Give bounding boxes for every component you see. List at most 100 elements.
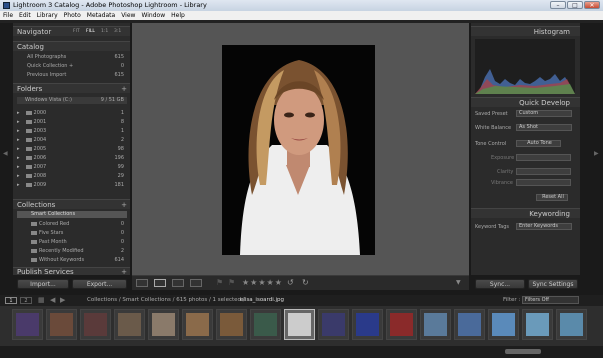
filmstrip-thumbnail[interactable] xyxy=(12,309,43,340)
filmstrip-thumbnail[interactable] xyxy=(148,309,179,340)
catalog-item-all[interactable]: All Photographs 615 xyxy=(27,54,127,61)
filmstrip-thumbnail[interactable] xyxy=(352,309,383,340)
filmstrip-scrollbar[interactable] xyxy=(0,346,603,358)
menu-metadata[interactable]: Metadata xyxy=(84,11,118,20)
filmstrip-thumbnail[interactable] xyxy=(386,309,417,340)
add-publish-icon[interactable]: + xyxy=(121,268,127,276)
saved-preset-select[interactable]: Custom xyxy=(516,110,572,117)
filmstrip-thumbnail[interactable] xyxy=(80,309,111,340)
right-panel-toggle-icon[interactable]: ▶ xyxy=(594,150,599,157)
filmstrip-thumbnail[interactable] xyxy=(284,309,315,340)
back-arrow-icon[interactable]: ◀ xyxy=(50,296,55,304)
catalog-item-previous[interactable]: Previous Import 615 xyxy=(27,72,127,79)
exposure-adjust-buttons[interactable] xyxy=(516,154,571,161)
folder-item[interactable]: ▸ 2008 29 xyxy=(17,172,127,180)
menu-window[interactable]: Window xyxy=(138,11,168,20)
filmstrip-thumbnail[interactable] xyxy=(46,309,77,340)
disclosure-triangle-icon[interactable]: ▸ xyxy=(17,155,20,161)
filmstrip-thumbnail[interactable] xyxy=(556,309,587,340)
menu-file[interactable]: File xyxy=(0,11,16,20)
nav-zoom-fill[interactable]: FILL xyxy=(86,27,95,37)
page-2-button[interactable]: 2 xyxy=(20,297,32,304)
catalog-header[interactable]: Catalog xyxy=(13,41,130,51)
menu-library[interactable]: Library xyxy=(34,11,61,20)
disclosure-triangle-icon[interactable]: ▸ xyxy=(17,173,20,179)
menu-view[interactable]: View xyxy=(118,11,138,20)
filmstrip-thumbnail[interactable] xyxy=(488,309,519,340)
quick-develop-header[interactable]: Quick Develop xyxy=(471,97,580,107)
sync-settings-button[interactable]: Sync Settings xyxy=(528,279,578,289)
reject-flag-icon[interactable]: ⚑ xyxy=(228,278,235,287)
scrollbar-thumb[interactable] xyxy=(505,349,541,354)
filmstrip-thumbnail[interactable] xyxy=(114,309,145,340)
compare-view-icon[interactable] xyxy=(172,279,184,287)
collection-item[interactable]: Past Month 0 xyxy=(17,238,127,246)
maximize-button[interactable]: □ xyxy=(567,1,583,9)
disclosure-triangle-icon[interactable]: ▸ xyxy=(17,137,20,143)
rotate-right-icon[interactable]: ↻ xyxy=(302,278,309,287)
main-photo[interactable] xyxy=(222,45,375,255)
add-folder-icon[interactable]: + xyxy=(121,84,127,94)
collection-item[interactable]: Five Stars 0 xyxy=(17,229,127,237)
filmstrip-thumbnail[interactable] xyxy=(454,309,485,340)
menu-photo[interactable]: Photo xyxy=(61,11,84,20)
folders-header[interactable]: Folders + xyxy=(13,83,130,93)
filmstrip-thumbnail[interactable] xyxy=(522,309,553,340)
histogram-header[interactable]: Histogram xyxy=(471,26,580,36)
left-panel-toggle-icon[interactable]: ◀ xyxy=(3,150,8,157)
page-1-button[interactable]: 1 xyxy=(5,297,17,304)
publish-header[interactable]: Publish Services + xyxy=(13,267,130,276)
disclosure-triangle-icon[interactable]: ▸ xyxy=(17,164,20,170)
volume-row[interactable]: Windows Vista (C:) 9 / 51 GB xyxy=(17,97,127,104)
collection-item[interactable]: Without Keywords 614 xyxy=(17,256,127,264)
folder-item[interactable]: ▸ 2007 99 xyxy=(17,163,127,171)
filmstrip-thumbnail[interactable] xyxy=(182,309,213,340)
keywording-header[interactable]: Keywording xyxy=(471,208,580,218)
folder-item[interactable]: ▸ 2000 1 xyxy=(17,109,127,117)
flag-icon[interactable]: ⚑ xyxy=(216,278,223,287)
grid-view-icon[interactable] xyxy=(136,279,148,287)
catalog-item-quick[interactable]: Quick Collection + 0 xyxy=(27,63,127,70)
nav-zoom-1-1[interactable]: 1:1 xyxy=(101,27,108,37)
collection-item[interactable]: Recently Modified 2 xyxy=(17,247,127,255)
filmstrip-thumbnail[interactable] xyxy=(318,309,349,340)
toolbar-menu-icon[interactable]: ▼ xyxy=(456,279,461,286)
folder-item[interactable]: ▸ 2009 181 xyxy=(17,181,127,189)
folder-item[interactable]: ▸ 2006 196 xyxy=(17,154,127,162)
clarity-adjust-buttons[interactable] xyxy=(516,168,571,175)
star-rating[interactable]: ★★★★★ xyxy=(242,278,283,287)
breadcrumb-file[interactable]: elisa_isoardi.jpg xyxy=(240,297,284,303)
nav-zoom-fit[interactable]: FIT xyxy=(73,27,80,37)
menu-edit[interactable]: Edit xyxy=(16,11,34,20)
grid-icon[interactable]: ▦ xyxy=(38,296,45,304)
white-balance-select[interactable]: As Shot xyxy=(516,124,572,131)
keyword-tags-select[interactable]: Enter Keywords xyxy=(516,223,572,230)
export-button[interactable]: Export... xyxy=(72,279,127,289)
filmstrip-thumbnail[interactable] xyxy=(420,309,451,340)
add-collection-icon[interactable]: + xyxy=(121,200,127,210)
folder-item[interactable]: ▸ 2005 98 xyxy=(17,145,127,153)
filter-select[interactable]: Filters Off xyxy=(522,296,579,304)
disclosure-triangle-icon[interactable]: ▸ xyxy=(17,119,20,125)
disclosure-triangle-icon[interactable]: ▸ xyxy=(17,182,20,188)
collections-header[interactable]: Collections + xyxy=(13,199,130,209)
nav-zoom-3-1[interactable]: 3:1 xyxy=(114,27,121,37)
loupe-view-icon[interactable] xyxy=(154,279,166,287)
sync-button[interactable]: Sync... xyxy=(475,279,525,289)
navigator-header[interactable]: Navigator FIT FILL 1:1 3:1 xyxy=(13,26,130,36)
disclosure-triangle-icon[interactable]: ▸ xyxy=(17,110,20,116)
filmstrip-thumbnail[interactable] xyxy=(250,309,281,340)
folder-item[interactable]: ▸ 2003 1 xyxy=(17,127,127,135)
close-button[interactable]: ✕ xyxy=(584,1,600,9)
filmstrip-thumbnail[interactable] xyxy=(216,309,247,340)
survey-view-icon[interactable] xyxy=(190,279,202,287)
import-button[interactable]: Import... xyxy=(17,279,69,289)
collection-item[interactable]: Colored Red 0 xyxy=(17,220,127,228)
folder-item[interactable]: ▸ 2001 8 xyxy=(17,118,127,126)
disclosure-triangle-icon[interactable]: ▸ xyxy=(17,128,20,134)
folder-item[interactable]: ▸ 2004 2 xyxy=(17,136,127,144)
minimize-button[interactable]: – xyxy=(550,1,566,9)
reset-all-button[interactable]: Reset All xyxy=(536,194,568,201)
auto-tone-button[interactable]: Auto Tone xyxy=(516,140,561,147)
forward-arrow-icon[interactable]: ▶ xyxy=(60,296,65,304)
